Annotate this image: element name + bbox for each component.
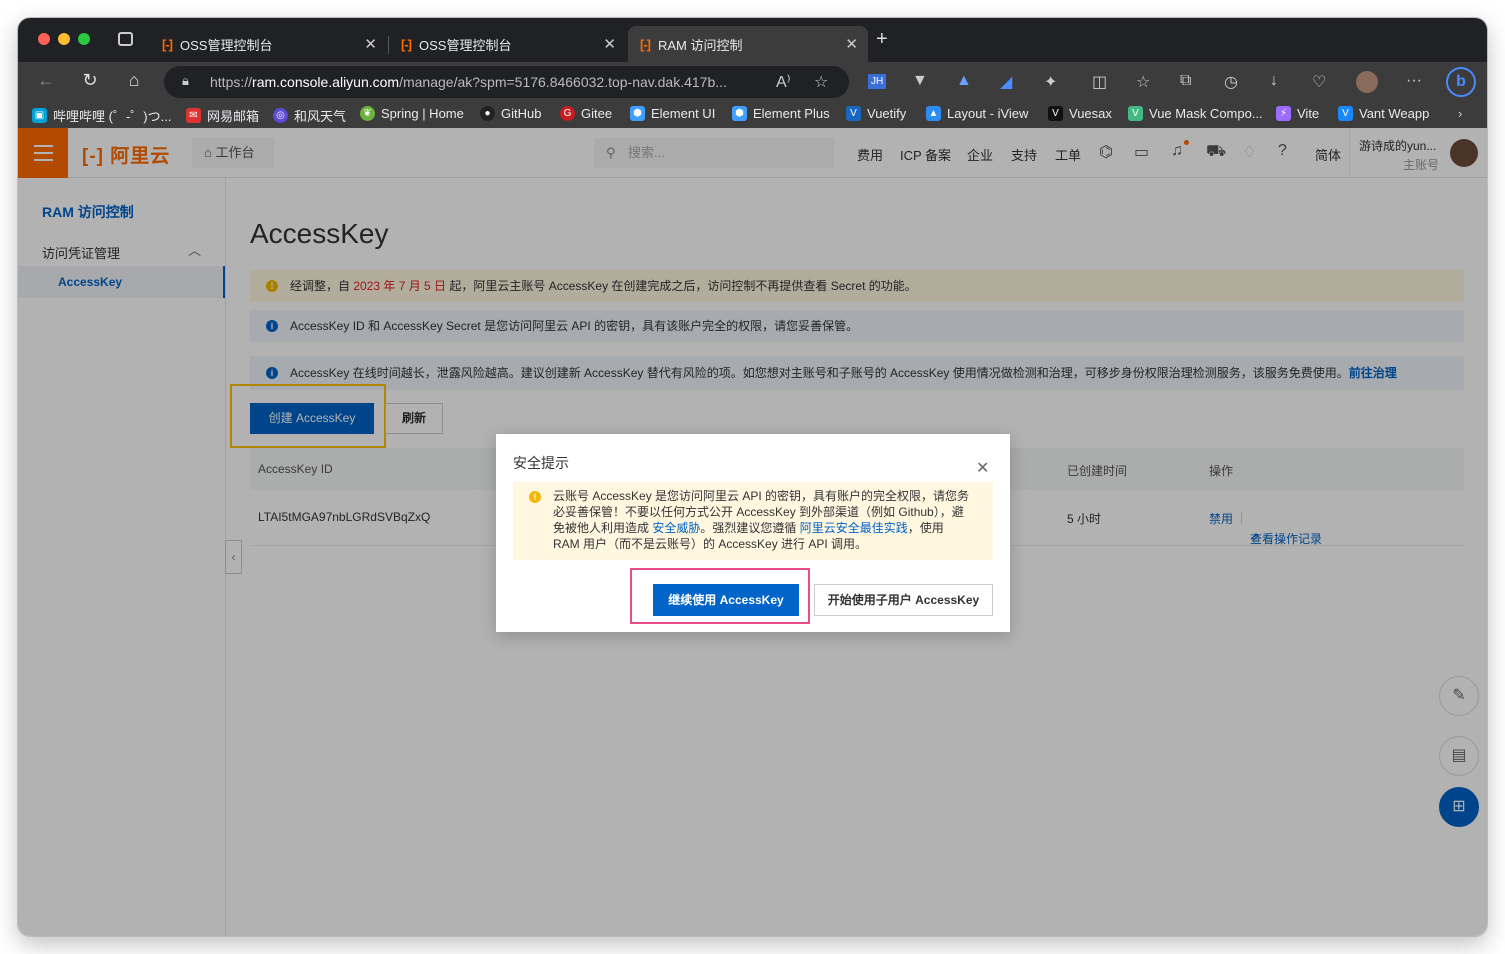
maximize-window-button[interactable]	[78, 33, 90, 45]
bookmark-weather[interactable]: ◎ 和风天气	[273, 106, 346, 125]
tab-oss-2[interactable]: [-] OSS管理控制台 ✕	[389, 26, 626, 62]
lock-icon: 🔒︎	[182, 73, 189, 88]
bookmark-iview[interactable]: ▲ Layout - iView	[926, 106, 1028, 121]
new-tab-icon[interactable]: +	[876, 28, 888, 51]
favorite-star-icon[interactable]: ☆	[814, 72, 828, 92]
bookmarks-bar: ▣ 哔哩哔哩 (゜-゜)つ... ✉ 网易邮箱 ◎ 和风天气 ❦ Spring | Ho…	[18, 102, 1487, 128]
bookmark-github[interactable]: ● GitHub	[480, 106, 541, 121]
element-icon: ⬢	[630, 106, 645, 121]
vuesax-icon: V	[1048, 106, 1063, 121]
copilot-icon[interactable]: b	[1446, 67, 1476, 97]
extensions-puzzle-icon[interactable]: ✦	[1044, 72, 1057, 92]
browser-window: [-] OSS管理控制台 ✕ [-] OSS管理控制台 ✕ [-] RAM 访问…	[18, 18, 1487, 936]
bookmark-vant[interactable]: V Vant Weapp	[1338, 106, 1429, 121]
address-bar[interactable]: 🔒︎ https://ram.console.aliyun.com/manage…	[164, 66, 849, 98]
bookmark-label: Layout - iView	[947, 106, 1029, 121]
close-icon[interactable]: ✕	[976, 458, 989, 478]
tab-ram[interactable]: [-] RAM 访问控制 ✕	[628, 26, 868, 62]
github-icon: ●	[480, 106, 495, 121]
vue-icon: V	[1128, 106, 1143, 121]
element-plus-icon: ⬢	[732, 106, 747, 121]
bookmarks-more-icon[interactable]: ›	[1458, 106, 1462, 121]
use-subuser-accesskey-button[interactable]: 开始使用子用户 AccessKey	[814, 584, 993, 616]
vant-icon: V	[1338, 106, 1353, 121]
extension-icon[interactable]: ▲	[956, 72, 972, 90]
bookmark-label: Element UI	[651, 106, 716, 121]
vuetify-icon: V	[846, 106, 861, 121]
security-dialog: 安全提示 ✕ ! 云账号 AccessKey 是您访问阿里云 API 的密钥，具…	[496, 434, 1010, 632]
read-aloud-icon[interactable]: A⁾	[776, 72, 791, 92]
mail-icon: ✉	[186, 108, 201, 123]
profile-avatar[interactable]	[1356, 71, 1378, 93]
bookmark-label: GitHub	[501, 106, 542, 121]
close-window-button[interactable]	[38, 33, 50, 45]
bookmark-label: Vant Weapp	[1359, 106, 1430, 121]
bookmark-label: Spring | Home	[381, 106, 464, 121]
downloads-icon[interactable]: ↓	[1270, 72, 1278, 90]
address-toolbar: ← ↻ ⌂ 🔒︎ https://ram.console.aliyun.com /…	[18, 62, 1487, 102]
bookmark-vuetify[interactable]: V Vuetify	[846, 106, 906, 121]
bookmark-label: 哔哩哔哩 (゜-゜)つ...	[53, 109, 172, 124]
reload-icon[interactable]: ↻	[78, 70, 102, 91]
iview-icon: ▲	[926, 106, 941, 121]
history-icon[interactable]: ◷	[1224, 72, 1238, 92]
bookmark-spring[interactable]: ❦ Spring | Home	[360, 106, 464, 121]
bookmark-label: 和风天气	[294, 109, 347, 124]
bookmark-label: Vuesax	[1069, 106, 1112, 121]
vite-icon: ⚡	[1276, 106, 1291, 121]
bookmark-163mail[interactable]: ✉ 网易邮箱	[186, 106, 259, 125]
security-threat-link[interactable]: 安全威胁	[652, 521, 700, 535]
bookmark-label: Vite	[1297, 106, 1320, 121]
close-tab-icon[interactable]: ✕	[603, 35, 616, 53]
bookmark-vue-mask[interactable]: V Vue Mask Compo...	[1128, 106, 1263, 121]
tab-oss-1[interactable]: [-] OSS管理控制台 ✕	[150, 26, 387, 62]
tab-title: OSS管理控制台	[419, 37, 512, 53]
home-icon[interactable]: ⌂	[122, 70, 146, 91]
split-screen-icon[interactable]: ◫	[1092, 72, 1107, 92]
warning-icon: !	[529, 491, 541, 503]
aliyun-favicon-icon: [-]	[640, 36, 651, 52]
url-prefix: https://	[210, 74, 253, 90]
weather-icon: ◎	[273, 108, 288, 123]
url-rest: /manage/ak?spm=5176.8466032.top-nav.dak.…	[399, 74, 727, 90]
tab-title: OSS管理控制台	[180, 37, 273, 53]
extension-jh-icon[interactable]: JH	[868, 74, 887, 89]
aliyun-console: [-] 阿里云 ⌂ 工作台 ⚲ 搜索... 费用 ICP 备案 企业 支持 工单…	[18, 128, 1487, 936]
tab-bar: [-] OSS管理控制台 ✕ [-] OSS管理控制台 ✕ [-] RAM 访问…	[18, 18, 1487, 62]
extension-icon-2[interactable]: ◢	[1000, 72, 1012, 92]
bookmark-bilibili[interactable]: ▣ 哔哩哔哩 (゜-゜)つ...	[32, 106, 171, 125]
url-host: ram.console.aliyun.com	[252, 74, 400, 90]
performance-icon[interactable]: ♡	[1312, 72, 1326, 92]
best-practice-link[interactable]: 阿里云安全最佳实践	[800, 521, 908, 535]
sidebar-toggle-icon[interactable]	[118, 32, 133, 46]
bookmark-label: 网易邮箱	[207, 109, 260, 124]
close-tab-icon[interactable]: ✕	[845, 35, 858, 53]
bookmark-vite[interactable]: ⚡ Vite	[1276, 106, 1319, 121]
message-text: 。强烈建议您遵循	[700, 521, 800, 535]
dialog-message: ! 云账号 AccessKey 是您访问阿里云 API 的密钥，具有账户的完全权…	[513, 482, 993, 560]
bookmark-label: Element Plus	[753, 106, 830, 121]
back-icon[interactable]: ←	[34, 70, 58, 91]
bookmark-vuesax[interactable]: V Vuesax	[1048, 106, 1112, 121]
bookmark-label: Vue Mask Compo...	[1149, 106, 1263, 121]
gitee-icon: G	[560, 106, 575, 121]
collections-icon[interactable]: ⧉	[1180, 72, 1191, 90]
bookmark-element-plus[interactable]: ⬢ Element Plus	[732, 106, 830, 121]
more-menu-icon[interactable]: ···	[1406, 72, 1422, 90]
aliyun-favicon-icon: [-]	[401, 36, 412, 52]
close-tab-icon[interactable]: ✕	[364, 35, 377, 53]
spring-icon: ❦	[360, 106, 375, 121]
bookmark-label: Vuetify	[867, 106, 907, 121]
continue-accesskey-button[interactable]: 继续使用 AccessKey	[653, 584, 799, 616]
aliyun-favicon-icon: [-]	[162, 36, 173, 52]
bookmark-element-ui[interactable]: ⬢ Element UI	[630, 106, 715, 121]
tab-title: RAM 访问控制	[658, 37, 743, 53]
bookmark-label: Gitee	[581, 106, 613, 121]
dialog-title: 安全提示	[513, 455, 569, 471]
bilibili-icon: ▣	[32, 108, 47, 123]
bookmark-gitee[interactable]: G Gitee	[560, 106, 612, 121]
minimize-window-button[interactable]	[58, 33, 70, 45]
favorites-icon[interactable]: ☆	[1136, 72, 1150, 92]
extension-vue-icon[interactable]: ▼	[912, 72, 928, 90]
